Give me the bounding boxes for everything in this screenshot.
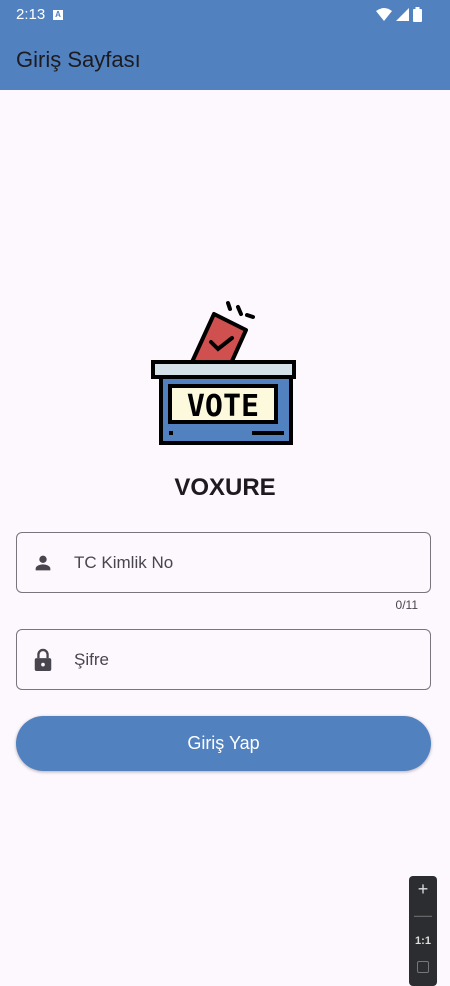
zoom-in-button[interactable]: + bbox=[409, 876, 437, 902]
status-time: 2:13 bbox=[16, 6, 46, 23]
zoom-controls: + — 1:1 bbox=[409, 876, 437, 986]
page-title: Giriş Sayfası bbox=[16, 47, 141, 72]
zoom-reset-button[interactable]: 1:1 bbox=[409, 928, 437, 954]
password-input[interactable] bbox=[74, 649, 394, 670]
brand-name: VOXURE bbox=[174, 474, 276, 501]
wifi-icon bbox=[376, 8, 392, 21]
battery-icon bbox=[413, 7, 422, 22]
tc-kimlik-input[interactable] bbox=[74, 552, 394, 573]
logo-text: VOTE bbox=[187, 389, 259, 424]
signal-icon bbox=[396, 8, 409, 21]
notification-icon: A bbox=[53, 10, 63, 20]
app-bar: Giriş Sayfası bbox=[0, 30, 450, 90]
character-counter: 0/11 bbox=[395, 598, 418, 612]
person-icon bbox=[35, 555, 51, 570]
fit-screen-icon[interactable] bbox=[409, 954, 437, 980]
status-bar: 2:13 A bbox=[0, 0, 450, 30]
lock-icon bbox=[34, 648, 52, 671]
password-field[interactable] bbox=[16, 629, 431, 690]
vote-box-logo: VOTE bbox=[151, 301, 296, 445]
zoom-out-button[interactable]: — bbox=[409, 902, 437, 928]
login-button[interactable]: Giriş Yap bbox=[16, 716, 431, 771]
tc-kimlik-field[interactable] bbox=[16, 532, 431, 593]
